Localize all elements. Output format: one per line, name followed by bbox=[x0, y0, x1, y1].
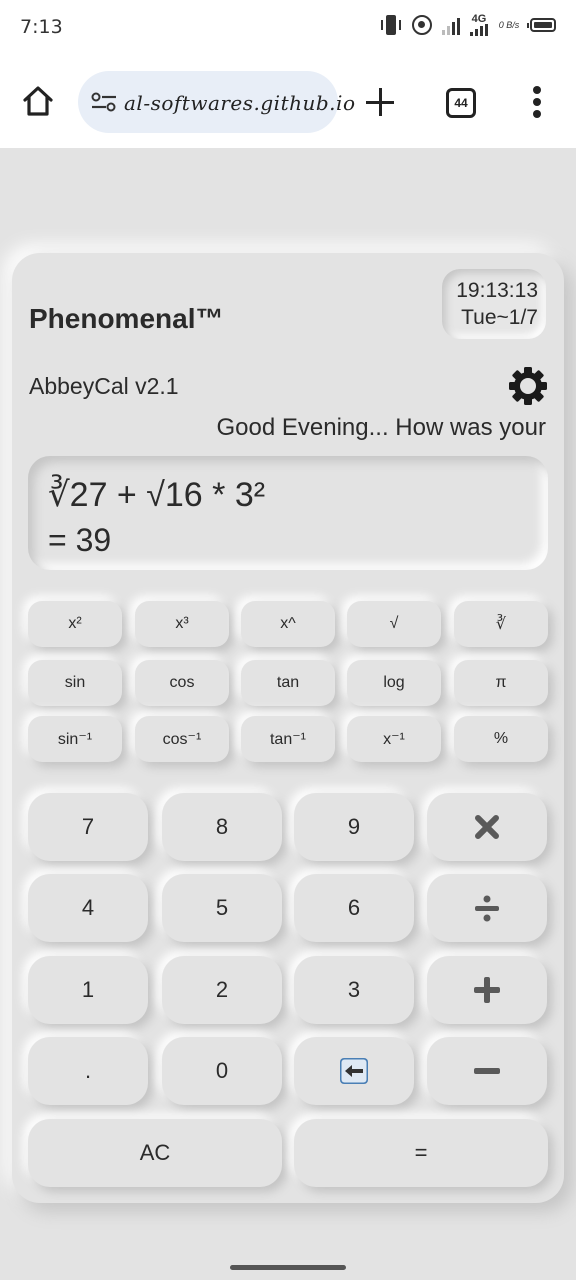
result-text: = 39 bbox=[48, 522, 112, 558]
gear-icon bbox=[509, 367, 547, 405]
digit-4-key[interactable]: 4 bbox=[28, 874, 148, 942]
asin-key[interactable]: sin⁻¹ bbox=[28, 716, 122, 762]
home-button[interactable] bbox=[20, 83, 56, 119]
sin-key[interactable]: sin bbox=[28, 660, 122, 706]
settings-button[interactable] bbox=[508, 366, 548, 406]
net-speed: 0 B/s bbox=[498, 20, 520, 30]
calc-display: ∛27 + √16 * 3² = 39 bbox=[28, 456, 548, 570]
digit-3-key[interactable]: 3 bbox=[294, 956, 414, 1024]
minus-icon bbox=[474, 1068, 500, 1074]
url-bar[interactable]: al-softwares.github.io bbox=[78, 71, 355, 133]
signal-icon-2 bbox=[470, 24, 488, 36]
menu-dot-icon bbox=[533, 98, 541, 106]
cube-key[interactable]: x³ bbox=[135, 601, 229, 647]
digit-2-key[interactable]: 2 bbox=[162, 956, 282, 1024]
expression-text: ∛27 + √16 * 3² bbox=[48, 476, 266, 514]
network-indicator: 4G bbox=[470, 14, 488, 36]
vibrate-icon bbox=[380, 14, 402, 36]
greeting-text: Good Evening... How was your bbox=[216, 414, 547, 441]
status-bar: 7:13 4G 0 B/s bbox=[0, 0, 576, 56]
menu-dot-icon bbox=[533, 110, 541, 118]
digit-8-key[interactable]: 8 bbox=[162, 793, 282, 861]
divide-key[interactable] bbox=[427, 874, 547, 942]
plus-key[interactable] bbox=[427, 956, 547, 1024]
browser-toolbar: al-softwares.github.io 44 bbox=[0, 56, 576, 148]
multiply-key[interactable] bbox=[427, 793, 547, 861]
clear-button[interactable]: AC bbox=[28, 1119, 282, 1187]
digit-9-key[interactable]: 9 bbox=[294, 793, 414, 861]
sqrt-key[interactable]: √ bbox=[347, 601, 441, 647]
square-key[interactable]: x² bbox=[28, 601, 122, 647]
app-version: AbbeyCal v2.1 bbox=[29, 373, 179, 399]
site-settings-icon[interactable] bbox=[90, 92, 118, 112]
gesture-nav-bar[interactable] bbox=[230, 1265, 346, 1270]
tan-key[interactable]: tan bbox=[241, 660, 335, 706]
digit-1-key[interactable]: 1 bbox=[28, 956, 148, 1024]
clock-display: 19:13:13 Tue~1/7 bbox=[442, 269, 546, 339]
hotspot-icon bbox=[412, 15, 432, 35]
atan-key[interactable]: tan⁻¹ bbox=[241, 716, 335, 762]
status-time: 7:13 bbox=[20, 16, 63, 38]
brand-title: Phenomenal™ bbox=[29, 303, 224, 334]
backspace-arrow-icon bbox=[340, 1058, 368, 1084]
url-text[interactable]: al-softwares.github.io bbox=[124, 91, 355, 115]
multiply-icon bbox=[475, 815, 499, 839]
equals-button[interactable]: = bbox=[294, 1119, 548, 1187]
backspace-key[interactable] bbox=[294, 1037, 414, 1105]
status-icons: 4G 0 B/s bbox=[380, 14, 556, 36]
signal-icon bbox=[442, 15, 460, 35]
digit-7-key[interactable]: 7 bbox=[28, 793, 148, 861]
decimal-key[interactable]: . bbox=[28, 1037, 148, 1105]
battery-icon bbox=[527, 18, 556, 32]
pi-key[interactable]: π bbox=[454, 660, 548, 706]
acos-key[interactable]: cos⁻¹ bbox=[135, 716, 229, 762]
browser-menu-button[interactable] bbox=[528, 86, 548, 118]
minus-key[interactable] bbox=[427, 1037, 547, 1105]
calculator-card: Phenomenal™ 19:13:13 Tue~1/7 AbbeyCal v2… bbox=[12, 253, 564, 1203]
power-key[interactable]: x^ bbox=[241, 601, 335, 647]
divide-icon bbox=[475, 895, 499, 922]
log-key[interactable]: log bbox=[347, 660, 441, 706]
reciprocal-key[interactable]: x⁻¹ bbox=[347, 716, 441, 762]
digit-6-key[interactable]: 6 bbox=[294, 874, 414, 942]
cos-key[interactable]: cos bbox=[135, 660, 229, 706]
plus-icon bbox=[474, 977, 500, 1003]
percent-key[interactable]: % bbox=[454, 716, 548, 762]
clock-time: 19:13:13 bbox=[456, 279, 538, 302]
cbrt-key[interactable]: ∛ bbox=[454, 601, 548, 647]
menu-dot-icon bbox=[533, 86, 541, 94]
tab-switcher-button[interactable]: 44 bbox=[446, 88, 476, 118]
home-icon bbox=[23, 86, 53, 116]
digit-0-key[interactable]: 0 bbox=[162, 1037, 282, 1105]
new-tab-button[interactable] bbox=[364, 86, 396, 118]
clock-date: Tue~1/7 bbox=[461, 306, 538, 329]
digit-5-key[interactable]: 5 bbox=[162, 874, 282, 942]
network-type: 4G bbox=[471, 13, 487, 25]
